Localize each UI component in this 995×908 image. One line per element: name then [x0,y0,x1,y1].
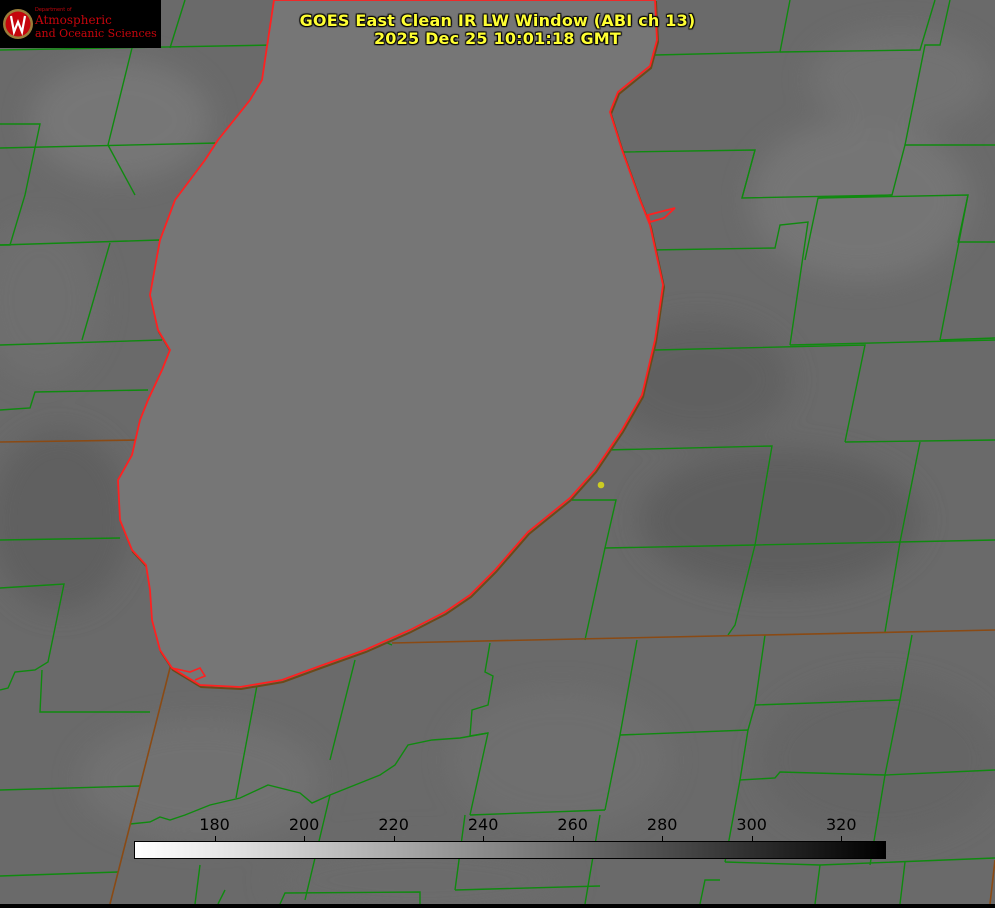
colorbar [134,841,886,859]
colorbar-tick-label: 300 [736,815,767,834]
image-title: GOES East Clean IR LW Window (ABI ch 13) [299,11,696,30]
colorbar-tick-label: 180 [199,815,230,834]
colorbar-tick-mark [214,836,216,841]
colorbar-tick-label: 260 [557,815,588,834]
colorbar-tick-label: 320 [825,815,857,834]
colorbar-tick-mark [572,836,574,841]
colorbar-tick-mark [483,836,485,841]
colorbar-tick-label: 220 [378,815,409,834]
colorbar-tick-mark [304,836,306,841]
satellite-map: Department of Atmospheric and Oceanic Sc… [0,0,995,908]
colorbar-tick-label: 200 [288,815,320,834]
city-marker [597,481,605,489]
colorbar-tick-mark [751,836,753,841]
colorbar-tick-label: 280 [646,815,678,834]
colorbar-tick-mark [393,836,395,841]
colorbar-tick-label: 240 [467,815,499,834]
image-timestamp: 2025 Dec 25 10:01:18 GMT [373,29,622,48]
colorbar-tick-mark [841,836,843,841]
colorbar-tick-mark [662,836,664,841]
map-canvas [0,0,995,908]
